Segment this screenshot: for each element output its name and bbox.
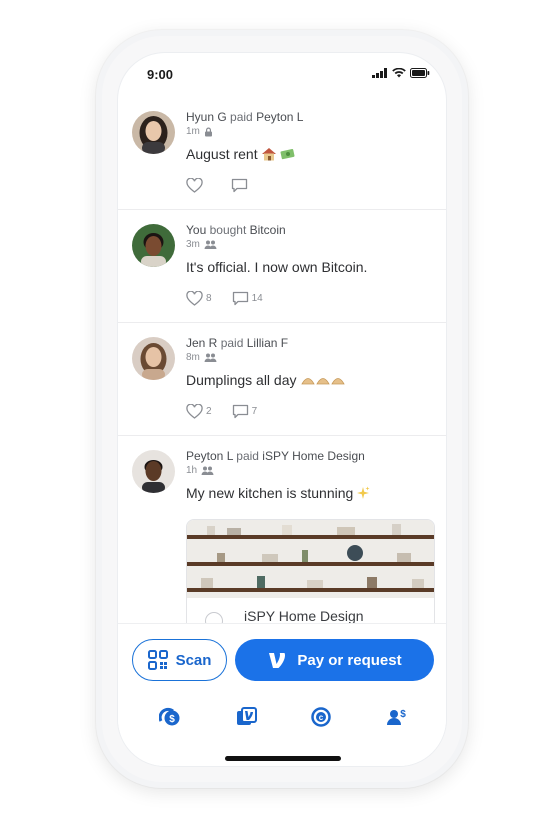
friends-icon xyxy=(204,240,217,249)
like-button[interactable]: 2 xyxy=(186,404,212,419)
heart-icon xyxy=(186,291,203,306)
avatar[interactable] xyxy=(132,111,175,154)
comment-icon xyxy=(232,404,248,419)
sparkles-emoji-icon xyxy=(357,486,370,499)
story-note-text: My new kitchen is stunning xyxy=(186,485,354,501)
venmo-logo-icon xyxy=(269,653,286,668)
nav-venmo[interactable] xyxy=(233,704,261,730)
friends-icon xyxy=(201,466,214,475)
pay-label: Pay or request xyxy=(297,651,402,669)
like-button[interactable] xyxy=(186,178,203,193)
story-time: 3m xyxy=(186,239,200,250)
story-meta: 8m xyxy=(186,352,217,363)
signal-icon xyxy=(372,68,387,78)
story-note-text: It's official. I now own Bitcoin. xyxy=(186,259,368,275)
scan-button[interactable]: Scan xyxy=(132,639,227,681)
crypto-icon: c xyxy=(311,707,331,727)
feed-story[interactable]: Jen R paid Lillian F 8m Dumplings all da… xyxy=(118,323,446,436)
like-count: 2 xyxy=(206,406,212,417)
svg-text:c: c xyxy=(319,713,324,722)
pay-or-request-button[interactable]: Pay or request xyxy=(235,639,434,681)
comment-button[interactable] xyxy=(231,178,248,193)
dumpling-emoji-icon xyxy=(300,378,345,385)
avatar[interactable] xyxy=(132,450,175,493)
comment-icon xyxy=(232,291,248,306)
money-emoji-icon xyxy=(280,149,295,160)
nav-home[interactable]: $ xyxy=(156,704,184,730)
comment-count: 7 xyxy=(251,406,258,417)
scan-label: Scan xyxy=(175,651,212,669)
media-title: iSPY Home Design xyxy=(244,608,364,624)
svg-text:$: $ xyxy=(169,714,175,725)
like-button[interactable]: 8 xyxy=(186,291,212,306)
feed-story[interactable]: You bought Bitcoin 3m It's official. I n… xyxy=(118,210,446,323)
story-meta: 1m xyxy=(186,126,213,137)
story-actions xyxy=(186,178,248,193)
avatar[interactable] xyxy=(132,337,175,380)
story-title: Hyun G paid Peyton L xyxy=(186,110,303,124)
status-time: 9:00 xyxy=(147,67,174,82)
story-note: It's official. I now own Bitcoin. xyxy=(186,259,367,275)
story-time: 1h xyxy=(186,465,198,476)
venmo-icon xyxy=(237,707,257,725)
battery-icon xyxy=(410,68,430,78)
lock-icon xyxy=(204,127,212,136)
story-actions: 2 7 xyxy=(186,404,257,419)
story-actions: 8 14 xyxy=(186,291,263,306)
qr-code-icon xyxy=(147,650,168,670)
contacts-dollar-icon: $ xyxy=(387,709,406,725)
story-target[interactable]: Lillian F xyxy=(247,336,288,350)
story-verb: paid xyxy=(220,336,244,350)
kitchen-shelves-image xyxy=(187,520,434,598)
story-actor[interactable]: Peyton L xyxy=(186,449,233,463)
story-note: Dumplings all day xyxy=(186,372,348,388)
home-dollar-icon: $ xyxy=(159,707,180,726)
home-indicator[interactable] xyxy=(225,756,341,761)
nav-contacts[interactable]: $ xyxy=(383,704,411,730)
story-meta: 1h xyxy=(186,465,214,476)
story-target[interactable]: iSPY Home Design xyxy=(262,449,365,463)
heart-icon xyxy=(186,404,203,419)
wifi-icon xyxy=(392,68,406,78)
bottom-action-bar: Scan Pay or request $ c $ xyxy=(118,623,446,766)
story-verb: paid xyxy=(236,449,259,463)
comment-button[interactable]: 14 xyxy=(232,291,263,306)
comment-icon xyxy=(231,178,248,193)
comment-count: 14 xyxy=(251,293,263,304)
story-note-text: August rent xyxy=(186,146,258,162)
story-title: You bought Bitcoin xyxy=(186,223,286,237)
heart-icon xyxy=(186,178,203,193)
story-time: 8m xyxy=(186,352,200,363)
svg-text:$: $ xyxy=(400,709,406,720)
story-meta: 3m xyxy=(186,239,217,250)
story-actor[interactable]: Jen R xyxy=(186,336,217,350)
story-note: My new kitchen is stunning xyxy=(186,485,370,501)
story-actor[interactable]: Hyun G xyxy=(186,110,227,124)
story-title: Peyton L paid iSPY Home Design xyxy=(186,449,365,463)
story-target[interactable]: Bitcoin xyxy=(250,223,286,237)
story-actor[interactable]: You xyxy=(186,223,206,237)
status-icons xyxy=(372,68,430,78)
comment-button[interactable]: 7 xyxy=(232,404,258,419)
story-verb: paid xyxy=(230,110,253,124)
story-verb: bought xyxy=(209,223,247,237)
friends-icon xyxy=(204,353,217,362)
story-time: 1m xyxy=(186,126,200,137)
story-note-text: Dumplings all day xyxy=(186,372,297,388)
house-emoji-icon xyxy=(261,148,276,161)
like-count: 8 xyxy=(206,293,212,304)
story-title: Jen R paid Lillian F xyxy=(186,336,288,350)
story-target[interactable]: Peyton L xyxy=(256,110,303,124)
avatar[interactable] xyxy=(132,224,175,267)
app-screen: 9:00 Hyun G paid Peyton L 1m August rent… xyxy=(117,52,447,767)
nav-crypto[interactable]: c xyxy=(307,704,335,730)
feed-story[interactable]: Hyun G paid Peyton L 1m August rent xyxy=(118,97,446,210)
status-bar: 9:00 xyxy=(118,53,446,97)
story-note: August rent xyxy=(186,146,296,162)
bottom-nav: $ c $ xyxy=(118,704,446,734)
